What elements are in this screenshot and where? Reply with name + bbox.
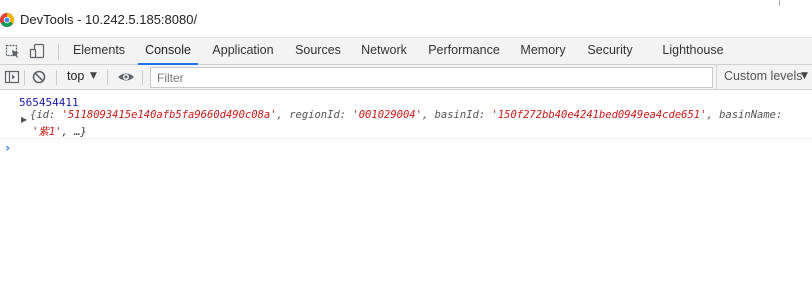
obj-tail: , …} [61,126,87,138]
log-object-preview[interactable]: {id: '5118093415e140afb5fa9660d490c08a',… [30,109,812,121]
obj-id-value: '5118093415e140afb5fa9660d490c08a' [61,109,277,121]
filter-box [150,67,713,88]
toolbar-separator [24,70,25,85]
console-log: 565454411 ▶ {id: '5118093415e140afb5fa96… [0,90,812,287]
chevron-down-icon: ▼ [801,71,808,81]
tab-security[interactable]: Security [582,38,638,65]
console-prompt-icon[interactable]: › [4,141,11,155]
console-message: 565454411 ▶ {id: '5118093415e140afb5fa96… [0,92,812,139]
log-object-preview-line2: '紫1', …} [32,124,87,139]
devtools-tabbar: Elements Console Application Sources Net… [0,38,812,65]
tab-application[interactable]: Application [206,38,280,65]
context-selector[interactable]: top [67,69,84,83]
filter-input[interactable] [151,68,712,87]
toolbar-separator [56,70,57,85]
log-levels-dropdown[interactable]: Custom levels ▼ [716,65,812,89]
clear-console-icon[interactable] [31,69,47,85]
window-title: DevTools - 10.242.5.185:8080/ [20,12,198,27]
tab-console[interactable]: Console [138,38,198,65]
tab-performance[interactable]: Performance [424,38,504,65]
toolbar-separator [107,70,108,85]
chevron-down-icon[interactable]: ▼ [90,71,97,81]
obj-basin-value: '150f272bb40e4241bed0949ea4cde651' [491,109,707,121]
obj-sep: , basinId: [421,109,492,121]
tab-network[interactable]: Network [354,38,414,65]
tab-memory[interactable]: Memory [514,38,572,65]
tab-sources[interactable]: Sources [290,38,346,65]
expand-triangle-icon[interactable]: ▶ [21,115,27,124]
tab-elements[interactable]: Elements [67,38,131,65]
tabbar-separator [58,44,59,60]
chrome-icon [0,13,14,27]
log-number: 565454411 [19,96,79,109]
obj-region-value: '001029004' [352,109,422,121]
toolbar-separator [142,70,143,85]
window-edge-mark [779,0,780,6]
obj-sep: , regionId: [276,109,353,121]
obj-open: {id: [30,109,62,121]
log-levels-label: Custom levels [724,69,803,83]
obj-sep: , basinName: [706,109,783,121]
inspect-element-icon[interactable] [5,42,21,60]
tab-lighthouse[interactable]: Lighthouse [656,38,730,65]
device-toolbar-icon[interactable] [29,42,47,60]
obj-basinname-value: '紫1' [32,126,62,138]
window-titlebar: DevTools - 10.242.5.185:8080/ [0,0,812,38]
sidebar-toggle-icon[interactable] [4,69,20,85]
console-toolbar: top ▼ Custom levels ▼ [0,65,812,90]
eye-icon[interactable] [117,69,135,85]
